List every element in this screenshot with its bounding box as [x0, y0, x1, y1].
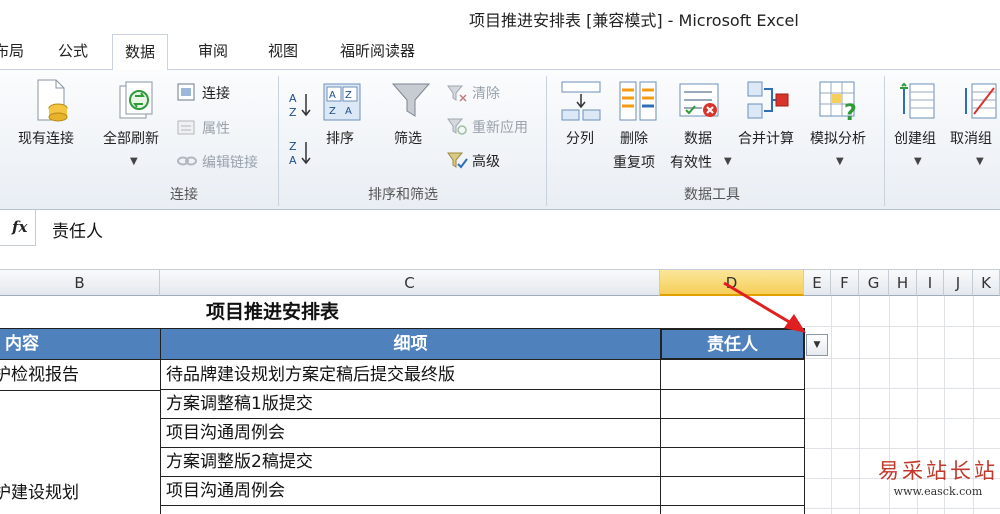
watermark-title: 易采站长站 — [878, 459, 998, 483]
watermark-url: www.easck.com — [893, 485, 983, 498]
watermark: 易采站长站 www.easck.com — [878, 455, 998, 498]
annotation-arrow-icon — [723, 281, 806, 333]
